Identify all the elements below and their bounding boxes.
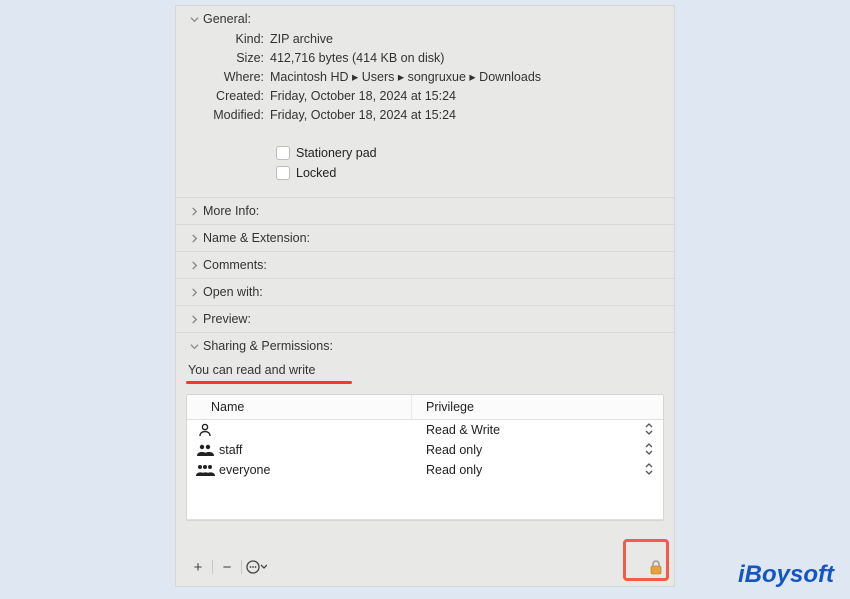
col-privilege[interactable]: Privilege: [412, 395, 663, 419]
kind-value: ZIP archive: [270, 30, 664, 49]
divider: [212, 560, 213, 574]
table-row[interactable]: everyone Read only: [187, 460, 663, 480]
chevron-down-icon: [190, 342, 199, 351]
table-empty-area: [187, 480, 663, 520]
table-row[interactable]: Read & Write: [187, 420, 663, 440]
section-title: Name & Extension:: [203, 231, 310, 245]
section-header-sharing[interactable]: Sharing & Permissions:: [190, 339, 664, 353]
action-menu-button[interactable]: [244, 556, 268, 578]
permissions-summary: You can read and write: [186, 359, 664, 379]
watermark-logo: iBoysoft: [738, 561, 834, 589]
locked-row: Locked: [190, 163, 664, 183]
section-sharing: Sharing & Permissions:: [176, 333, 674, 353]
size-label: Size:: [190, 49, 270, 68]
permissions-header: Name Privilege: [187, 395, 663, 420]
section-title: Preview:: [203, 312, 251, 326]
row-name: everyone: [215, 463, 412, 477]
chevron-right-icon: [190, 288, 199, 297]
section-preview[interactable]: Preview:: [176, 306, 674, 333]
section-title: Sharing & Permissions:: [203, 339, 333, 353]
chevron-right-icon: [190, 315, 199, 324]
section-title: General:: [203, 12, 251, 26]
general-body: Kind:ZIP archive Size:412,716 bytes (414…: [190, 26, 664, 191]
info-panel: General: Kind:ZIP archive Size:412,716 b…: [175, 5, 675, 587]
row-privilege[interactable]: Read & Write: [412, 422, 655, 438]
col-name[interactable]: Name: [187, 395, 412, 419]
size-value: 412,716 bytes (414 KB on disk): [270, 49, 664, 68]
chevron-down-icon: [190, 15, 199, 24]
modified-value: Friday, October 18, 2024 at 15:24: [270, 106, 664, 125]
chevron-right-icon: [190, 261, 199, 270]
section-more-info[interactable]: More Info:: [176, 198, 674, 225]
row-privilege[interactable]: Read only: [412, 462, 655, 478]
locked-label: Locked: [296, 166, 336, 180]
section-general: General: Kind:ZIP archive Size:412,716 b…: [176, 6, 674, 198]
row-privilege[interactable]: Read only: [412, 442, 655, 458]
stepper-icon[interactable]: [645, 462, 655, 478]
section-open-with[interactable]: Open with:: [176, 279, 674, 306]
chevron-right-icon: [190, 234, 199, 243]
lock-button[interactable]: [648, 559, 664, 575]
section-title: Open with:: [203, 285, 263, 299]
table-row[interactable]: staff Read only: [187, 440, 663, 460]
divider: [241, 560, 242, 574]
kind-label: Kind:: [190, 30, 270, 49]
section-header-general[interactable]: General:: [190, 12, 664, 26]
remove-button[interactable]: −: [215, 556, 239, 578]
stepper-icon[interactable]: [645, 442, 655, 458]
section-title: Comments:: [203, 258, 267, 272]
stationery-label: Stationery pad: [296, 146, 377, 160]
section-title: More Info:: [203, 204, 259, 218]
lock-wrap: [648, 559, 664, 575]
row-name: staff: [215, 443, 412, 457]
chevron-right-icon: [190, 207, 199, 216]
group-icon: [195, 463, 215, 477]
user-icon: [195, 422, 215, 438]
section-name-extension[interactable]: Name & Extension:: [176, 225, 674, 252]
add-button[interactable]: +: [186, 556, 210, 578]
group-icon: [195, 443, 215, 457]
locked-checkbox[interactable]: [276, 166, 290, 180]
stepper-icon[interactable]: [645, 422, 655, 438]
section-comments[interactable]: Comments:: [176, 252, 674, 279]
stationery-row: Stationery pad: [190, 143, 664, 163]
permissions-body: You can read and write Name Privilege Re…: [176, 353, 674, 529]
permissions-table: Name Privilege Read & Write staff: [186, 394, 664, 521]
created-value: Friday, October 18, 2024 at 15:24: [270, 87, 664, 106]
created-label: Created:: [190, 87, 270, 106]
stationery-checkbox[interactable]: [276, 146, 290, 160]
highlight-underline: [186, 381, 352, 384]
where-label: Where:: [190, 68, 270, 87]
modified-label: Modified:: [190, 106, 270, 125]
permissions-footer: + −: [176, 548, 674, 586]
where-value: Macintosh HD ▸ Users ▸ songruxue ▸ Downl…: [270, 68, 664, 87]
